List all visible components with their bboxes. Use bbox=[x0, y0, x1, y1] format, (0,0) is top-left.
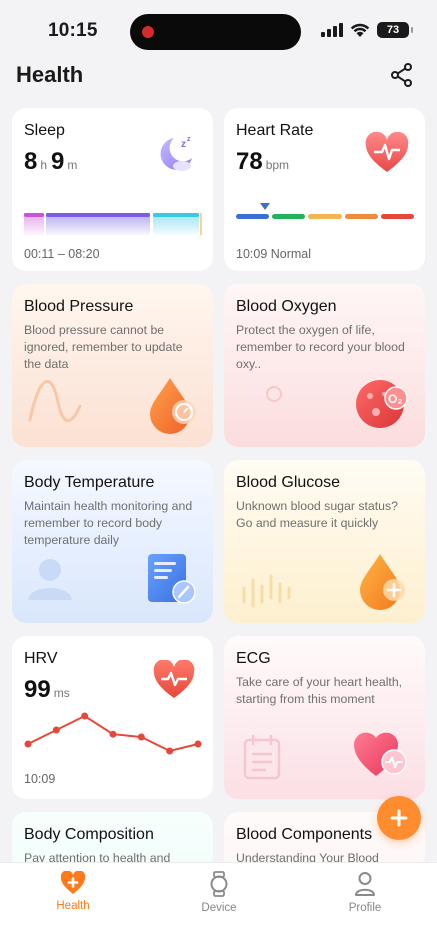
heart-monitor-icon bbox=[153, 660, 195, 698]
wave-decoration-icon bbox=[28, 380, 82, 422]
svg-text:z: z bbox=[181, 139, 186, 150]
tab-profile[interactable]: Profile bbox=[320, 871, 410, 914]
blood-components-desc: Understanding Your Blood bbox=[236, 851, 379, 862]
cellular-signal-icon bbox=[321, 23, 343, 37]
temperature-record-icon bbox=[148, 554, 196, 604]
heart-rate-unit: bpm bbox=[265, 158, 290, 172]
zone-segment bbox=[272, 214, 306, 219]
tab-device-label: Device bbox=[201, 902, 237, 914]
status-bar: 10:15 73 bbox=[0, 0, 437, 60]
blood-components-title: Blood Components bbox=[236, 826, 373, 843]
moon-icon: z z bbox=[160, 136, 192, 171]
blood-glucose-desc: Unknown blood sugar status? Go and measu… bbox=[236, 499, 399, 530]
body-composition-desc: Pay attention to health and bbox=[24, 851, 171, 862]
dynamic-island bbox=[130, 14, 301, 50]
tab-device[interactable]: Device bbox=[174, 871, 264, 914]
status-icons: 73 bbox=[321, 22, 413, 38]
hrv-trend-point bbox=[137, 733, 145, 741]
sleep-hours-unit: h bbox=[40, 158, 48, 172]
heart-rate-title: Heart Rate bbox=[236, 122, 314, 139]
health-card-grid: Sleep 8 h 9 m z z 00:11 – 08:20 Heart Ra… bbox=[0, 104, 437, 862]
hrv-trend-point bbox=[109, 730, 117, 738]
sleep-card[interactable]: Sleep 8 h 9 m z z 00:11 – 08:20 bbox=[12, 108, 213, 271]
hrv-trend-point bbox=[24, 740, 32, 748]
zone-segment bbox=[380, 214, 415, 219]
health-cross-icon bbox=[60, 871, 86, 894]
body-temperature-title: Body Temperature bbox=[24, 474, 155, 491]
heart-rate-reading: 78 bpm bbox=[236, 148, 293, 176]
add-button[interactable] bbox=[377, 796, 421, 840]
person-icon bbox=[355, 872, 375, 896]
sleep-stage-bar bbox=[24, 213, 202, 235]
hrv-unit: ms bbox=[53, 686, 70, 700]
ecg-desc: Take care of your heart health, starting… bbox=[236, 675, 403, 706]
heart-rate-zone-scale bbox=[236, 214, 415, 220]
body-temperature-card[interactable]: Body Temperature Maintain health monitor… bbox=[12, 460, 213, 623]
heart-rate-card[interactable]: Heart Rate 78 bpm 10:09 Normal bbox=[224, 108, 425, 271]
glucose-drop-add-icon bbox=[360, 554, 405, 610]
wifi-icon bbox=[350, 23, 370, 37]
zone-segment bbox=[308, 214, 342, 219]
hrv-trend-point bbox=[52, 726, 60, 734]
blood-oxygen-title: Blood Oxygen bbox=[236, 298, 337, 315]
heart-pulse-icon bbox=[365, 132, 409, 172]
hrv-trend-point bbox=[81, 712, 89, 720]
person-silhouette-icon bbox=[28, 559, 72, 600]
body-temperature-desc: Maintain health monitoring and remember … bbox=[24, 499, 193, 547]
body-composition-title: Body Composition bbox=[24, 826, 154, 843]
oxygen-badge: O₂ bbox=[388, 392, 403, 406]
heart-rate-marker-icon bbox=[260, 203, 270, 210]
tab-health-label: Health bbox=[56, 900, 90, 912]
sleep-hours: 8 bbox=[24, 148, 38, 175]
oxygen-cell-icon: O₂ bbox=[356, 380, 408, 428]
blood-drop-gauge-icon bbox=[150, 378, 196, 434]
battery-indicator: 73 bbox=[377, 22, 413, 38]
page-title: Health bbox=[16, 62, 84, 87]
blood-oxygen-card[interactable]: Blood Oxygen Protect the oxygen of life,… bbox=[224, 284, 425, 447]
sleep-time-range: 00:11 – 08:20 bbox=[24, 247, 100, 261]
blood-pressure-card[interactable]: Blood Pressure Blood pressure cannot be … bbox=[12, 284, 213, 447]
heart-rate-value: 78 bbox=[236, 148, 263, 175]
sleep-minutes-unit: m bbox=[67, 158, 78, 172]
zone-segment bbox=[236, 214, 270, 219]
hrv-card[interactable]: HRV 99 ms 10:09 bbox=[12, 636, 213, 799]
watch-icon bbox=[210, 871, 228, 897]
sleep-title: Sleep bbox=[24, 122, 65, 139]
hrv-trend-line bbox=[24, 712, 202, 755]
blood-glucose-card[interactable]: Blood Glucose Unknown blood sugar status… bbox=[224, 460, 425, 623]
recording-dot-icon bbox=[142, 26, 154, 38]
status-time: 10:15 bbox=[48, 20, 98, 41]
ecg-card[interactable]: ECG Take care of your heart health, star… bbox=[224, 636, 425, 799]
header: Health bbox=[0, 58, 437, 102]
zone-segment bbox=[344, 214, 378, 219]
share-icon[interactable] bbox=[389, 62, 415, 88]
glucose-bars-decoration-icon bbox=[242, 574, 291, 608]
hrv-reading: 99 ms bbox=[24, 676, 74, 704]
clipboard-decoration-icon bbox=[243, 734, 281, 780]
blood-pressure-title: Blood Pressure bbox=[24, 298, 134, 315]
hrv-trend-point bbox=[166, 747, 174, 755]
svg-text:z: z bbox=[187, 136, 191, 143]
blood-oxygen-desc: Protect the oxygen of life, remember to … bbox=[236, 323, 405, 371]
bubble-decoration-icon bbox=[266, 386, 282, 402]
blood-glucose-title: Blood Glucose bbox=[236, 474, 341, 491]
hrv-time: 10:09 bbox=[24, 772, 56, 786]
bottom-tab-bar: Health Device Profile bbox=[0, 862, 437, 946]
ecg-title: ECG bbox=[236, 650, 271, 667]
tab-profile-label: Profile bbox=[348, 902, 382, 914]
heart-ecg-icon bbox=[354, 732, 407, 776]
hrv-trend-point bbox=[194, 740, 202, 748]
tab-health[interactable]: Health bbox=[28, 871, 118, 912]
hrv-title: HRV bbox=[24, 650, 58, 667]
sleep-duration: 8 h 9 m bbox=[24, 148, 81, 176]
body-composition-card[interactable]: Body Composition Pay attention to health… bbox=[12, 812, 213, 862]
blood-pressure-desc: Blood pressure cannot be ignored, rememb… bbox=[24, 323, 183, 371]
plus-icon bbox=[390, 809, 408, 827]
hrv-value: 99 bbox=[24, 676, 51, 703]
heart-rate-footer: 10:09 Normal bbox=[236, 247, 312, 261]
sleep-minutes: 9 bbox=[51, 148, 65, 175]
